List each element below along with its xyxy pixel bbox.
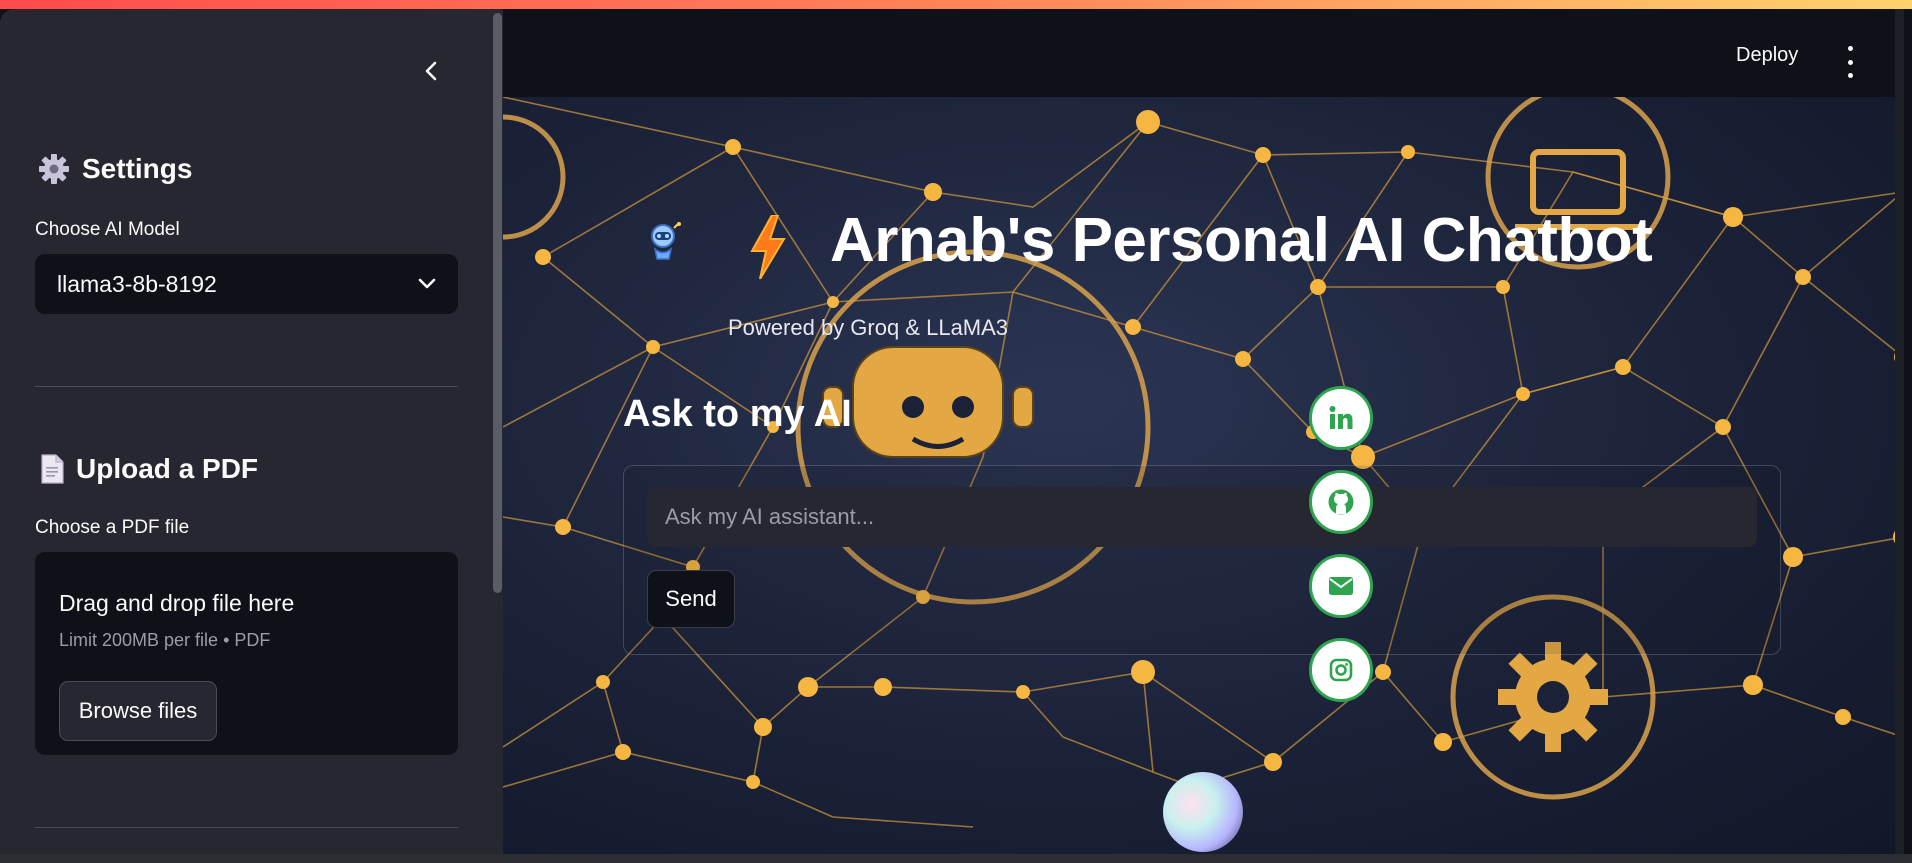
main-menu-button[interactable]: [1836, 46, 1864, 78]
kebab-dot: [1847, 46, 1853, 51]
browse-files-button[interactable]: Browse files: [59, 681, 217, 741]
chevron-down-icon: [418, 278, 436, 289]
upload-heading: Upload a PDF: [40, 453, 258, 485]
instagram-button[interactable]: [1309, 638, 1373, 702]
robot-icon: [651, 222, 681, 260]
window-bottom-edge: [0, 854, 1912, 863]
deploy-button[interactable]: Deploy: [1736, 44, 1798, 67]
send-button[interactable]: Send: [647, 570, 735, 628]
github-icon: [1328, 489, 1354, 515]
github-button[interactable]: [1309, 470, 1373, 534]
chevron-left-icon: [425, 61, 437, 81]
model-selected-value: llama3-8b-8192: [57, 270, 217, 297]
upload-heading-text: Upload a PDF: [76, 453, 259, 484]
file-label: Choose a PDF file: [35, 517, 190, 538]
linkedin-icon: [1329, 406, 1353, 429]
chat-form: Send: [623, 465, 1781, 655]
settings-heading-text: Settings: [82, 153, 193, 184]
file-dropzone[interactable]: Drag and drop file here Limit 200MB per …: [35, 552, 458, 755]
gear-icon: [39, 154, 69, 184]
sidebar: Settings Choose AI Model llama3-8b-8192 …: [0, 9, 503, 854]
email-button[interactable]: [1309, 554, 1373, 618]
chat-input[interactable]: [647, 487, 1757, 547]
page-subtitle: Powered by Groq & LLaMA3: [728, 315, 1009, 340]
model-select[interactable]: llama3-8b-8192: [35, 254, 458, 314]
document-icon: [41, 454, 64, 484]
assistant-orb-avatar: [1163, 772, 1243, 852]
main-scrollbar[interactable]: [1895, 9, 1904, 854]
sidebar-divider: [35, 386, 458, 387]
ask-heading: Ask to my AI: [623, 393, 852, 435]
model-label: Choose AI Model: [35, 219, 180, 240]
app-header: [503, 9, 1903, 97]
sidebar-scrollbar[interactable]: [493, 13, 502, 593]
linkedin-button[interactable]: [1309, 386, 1373, 450]
dropzone-title: Drag and drop file here: [59, 590, 295, 616]
dropzone-limit: Limit 200MB per file • PDF: [59, 630, 271, 650]
settings-heading: Settings: [38, 153, 192, 185]
sidebar-divider-bottom: [35, 827, 458, 828]
envelope-icon: [1329, 577, 1353, 595]
main-content: Arnab's Personal AI Chatbot Powered by G…: [503, 97, 1903, 854]
top-accent-bar: [0, 0, 1912, 9]
kebab-dot: [1847, 73, 1853, 78]
page-title: Arnab's Personal AI Chatbot: [830, 206, 1653, 275]
instagram-icon: [1329, 658, 1353, 682]
collapse-sidebar-button[interactable]: [414, 54, 448, 88]
lightning-icon: [750, 215, 786, 279]
kebab-dot: [1847, 59, 1853, 65]
